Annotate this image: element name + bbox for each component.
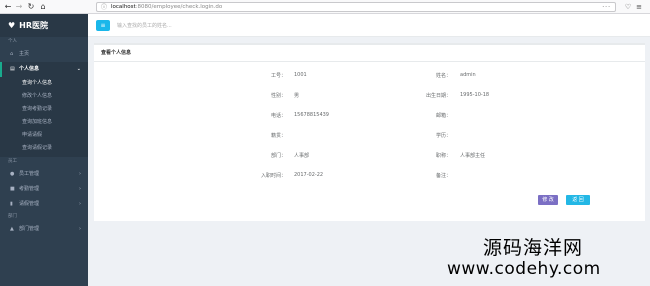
sidebar-subitem[interactable]: 查询考勤记录 — [0, 103, 88, 116]
sidebar-subitem[interactable]: 查询加班信息 — [0, 116, 88, 129]
name-label: 姓名： — [435, 73, 451, 79]
edu-label: 学历： — [435, 133, 451, 139]
chevron-right-icon: › — [79, 171, 81, 177]
pocket-icon[interactable]: ♡ — [624, 3, 632, 11]
name-value: admin — [460, 72, 476, 78]
sidebar-item-dept-manage[interactable]: ▲ 部门管理 › — [0, 222, 88, 237]
forward-arrow-icon[interactable]: → — [14, 2, 24, 12]
emp-no-label: 工号： — [270, 73, 286, 79]
building-icon: ▲ — [10, 226, 14, 232]
sidebar-subitem[interactable]: 查询请假记录 — [0, 142, 88, 155]
page-header: ≡ — [88, 14, 650, 37]
back-button[interactable]: 返 回 — [566, 195, 590, 205]
search-input[interactable] — [114, 19, 314, 32]
sidebar-subitem[interactable]: 申请请假 — [0, 129, 88, 142]
reload-icon[interactable]: ↻ — [26, 2, 36, 12]
edit-button[interactable]: 修 改 — [538, 195, 558, 205]
back-arrow-icon[interactable]: ← — [3, 2, 13, 12]
chevron-down-icon: ⌄ — [76, 66, 81, 72]
hire-value: 2017-02-22 — [294, 172, 324, 178]
url-bar[interactable]: ⓘ localhost:8080/employee/check.login.do… — [96, 2, 616, 12]
dept-value: 人事部 — [294, 153, 310, 159]
heart-icon: ♥ — [8, 21, 16, 30]
brand: ♥ HR医院 — [0, 14, 88, 37]
info-icon[interactable]: ⓘ — [101, 4, 107, 12]
position-value: 人事部主任 — [460, 153, 486, 159]
browser-toolbar: ← → ↻ ⌂ ⓘ localhost:8080/employee/check.… — [0, 0, 650, 14]
chevron-right-icon: › — [79, 226, 81, 232]
user-icon: ● — [10, 171, 15, 177]
sidebar-subitem[interactable]: 查询个人信息 — [0, 77, 88, 90]
personal-submenu: 查询个人信息 修改个人信息 查询考勤记录 查询加班信息 申请请假 查询请假记录 — [0, 77, 88, 157]
section-label-personal: 个人 — [8, 39, 17, 44]
sidebar-subitem[interactable]: 修改个人信息 — [0, 90, 88, 103]
email-label: 邮箱： — [435, 113, 451, 119]
sidebar: ♥ HR医院 个人 ⌂ 主页 ▤ 个人信息 ⌄ 查询个人信息 修改个人信息 查询考勤… — [0, 14, 88, 286]
chevron-right-icon: › — [79, 201, 81, 207]
brand-title: HR医院 — [19, 21, 49, 30]
hire-label: 入职时间： — [260, 173, 286, 179]
remark-label: 备注： — [435, 173, 451, 179]
sidebar-item-leave-manage[interactable]: ▮ 请假管理 › — [0, 197, 88, 212]
gender-value: 男 — [294, 93, 300, 99]
sidebar-item-personal-info[interactable]: ▤ 个人信息 ⌄ — [0, 62, 88, 77]
briefcase-icon: ■ — [10, 186, 15, 192]
hamburger-menu-icon[interactable]: ≡ — [635, 3, 643, 11]
home-icon: ⌂ — [10, 51, 14, 57]
url-text: localhost:8080/employee/check.login.do — [111, 4, 223, 10]
section-label-staff: 员工 — [8, 159, 17, 164]
origin-label: 籍贯： — [270, 133, 286, 139]
position-label: 职称： — [435, 153, 451, 159]
watermark-title: 源码海洋网 — [483, 237, 584, 259]
home-icon[interactable]: ⌂ — [38, 2, 48, 12]
page-actions-icon[interactable]: ··· — [602, 3, 611, 12]
section-label-dept: 部门 — [8, 214, 17, 219]
dept-label: 部门： — [270, 153, 286, 159]
phone-value: 15678815439 — [294, 112, 329, 118]
sidebar-item-home[interactable]: ⌂ 主页 — [0, 47, 88, 62]
info-panel: 查看个人信息 工号： 1001 姓名： admin 性别： 男 出生日期： 19… — [94, 43, 645, 221]
menu-toggle-button[interactable]: ≡ — [96, 20, 110, 31]
gender-label: 性别： — [270, 93, 286, 99]
chevron-right-icon: › — [79, 186, 81, 192]
watermark-url: www.codehy.com — [447, 259, 601, 279]
sidebar-item-attendance-manage[interactable]: ■ 考勤管理 › — [0, 182, 88, 197]
birth-value: 1995-10-18 — [460, 92, 490, 98]
emp-no-value: 1001 — [294, 72, 307, 78]
id-card-icon: ▤ — [10, 66, 15, 72]
book-icon: ▮ — [10, 201, 13, 207]
phone-label: 电话： — [270, 113, 286, 119]
birth-label: 出生日期： — [425, 93, 451, 99]
panel-title: 查看个人信息 — [94, 45, 645, 62]
sidebar-item-staff-manage[interactable]: ● 员工管理 › — [0, 167, 88, 182]
